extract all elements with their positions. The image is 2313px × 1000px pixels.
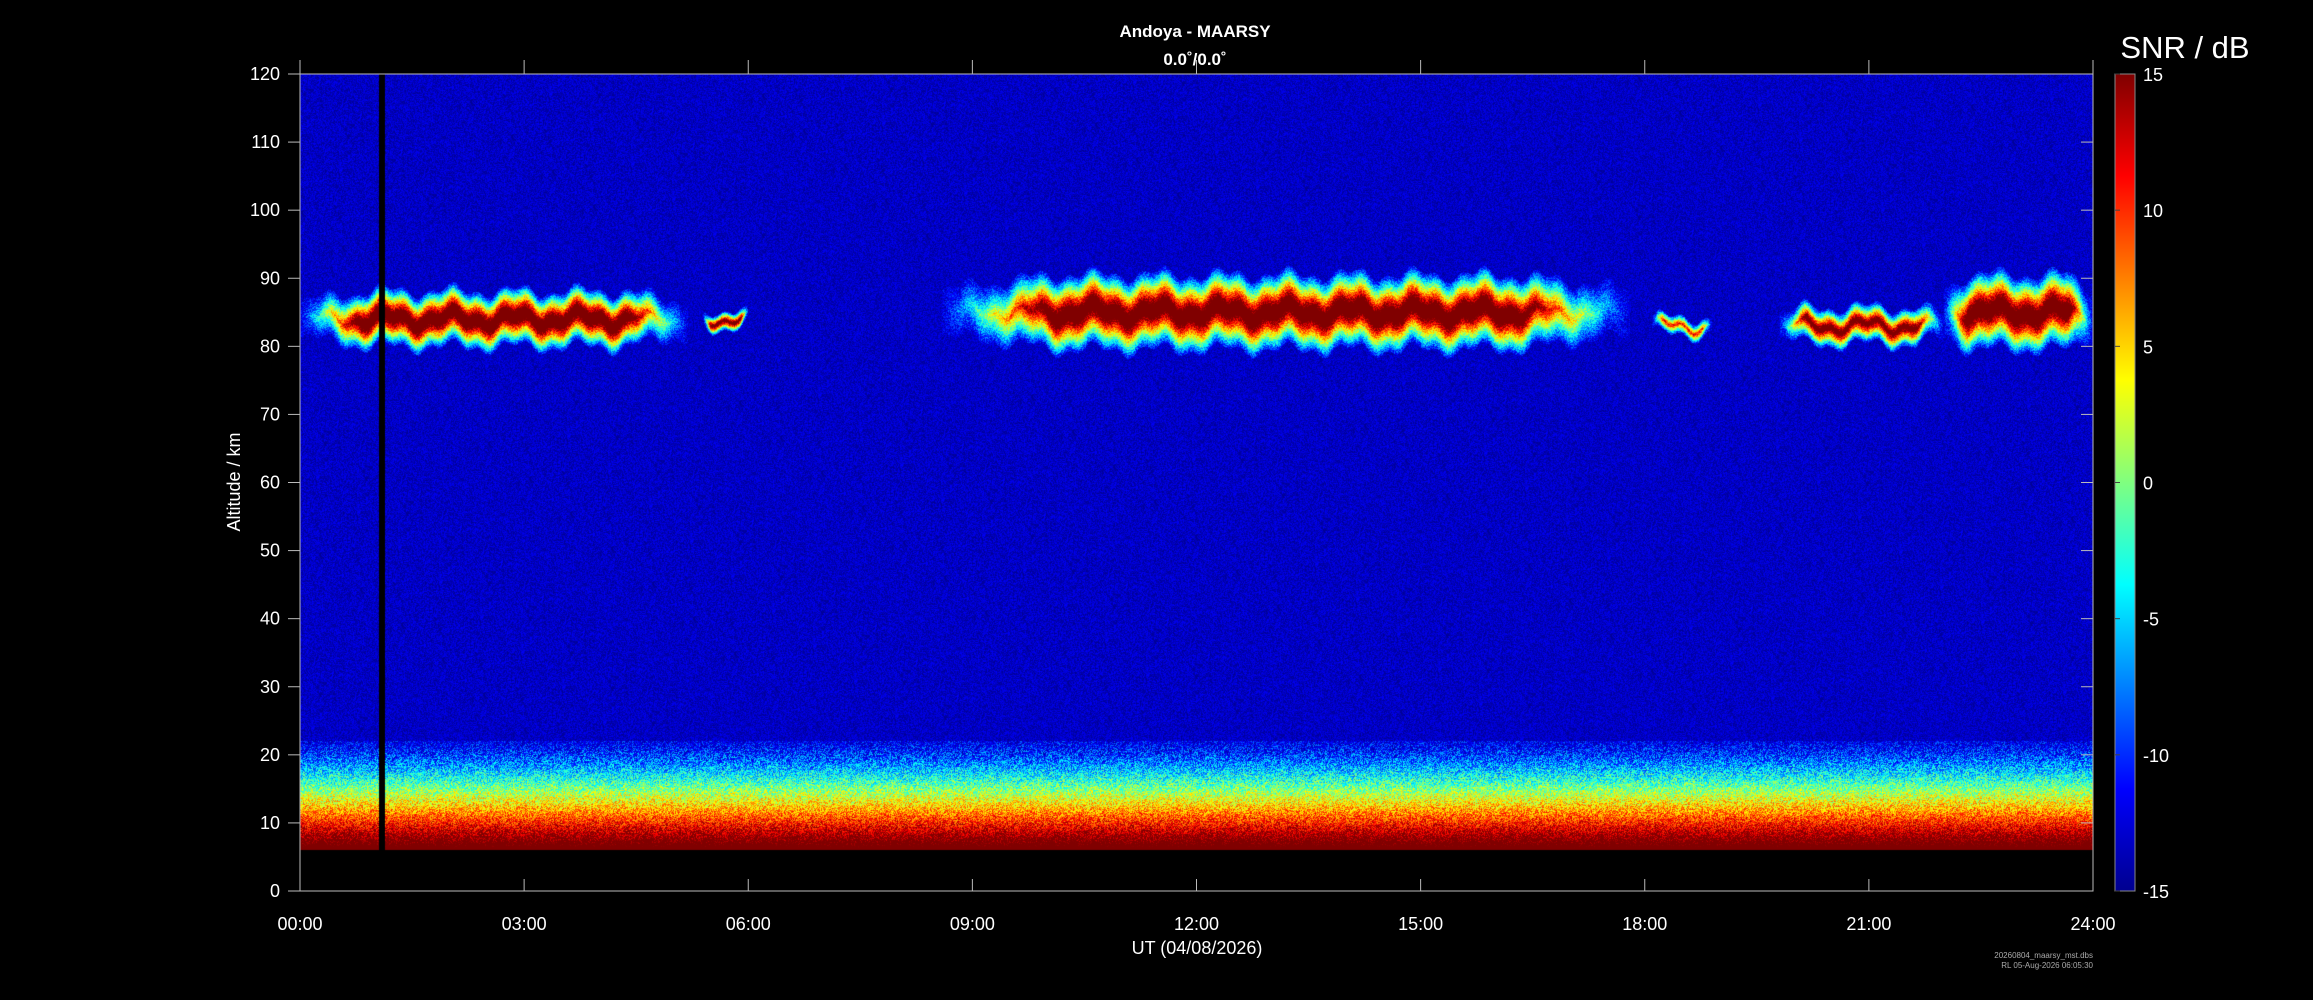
y-tick-label: 30 <box>260 677 280 697</box>
y-tick-label: 90 <box>260 268 280 288</box>
footer-filename: 20260804_maarsy_mst.dbs <box>1994 951 2093 960</box>
x-tick-label: 24:00 <box>2070 914 2115 934</box>
snr-heatmap <box>300 74 2093 891</box>
colorbar-label: SNR / dB <box>2120 30 2249 65</box>
plot-area <box>300 74 2093 891</box>
radar-snr-chart: Andoya - MAARSY 0.0˚/0.0˚ 00:00 03:00 06:0… <box>0 0 2313 1000</box>
colorbar-tick-label: -15 <box>2143 882 2169 902</box>
x-tick-label: 15:00 <box>1398 914 1443 934</box>
x-tick-label: 18:00 <box>1622 914 1667 934</box>
y-tick-label: 60 <box>260 473 280 493</box>
y-tick-label: 100 <box>250 200 280 220</box>
x-tick-label: 03:00 <box>502 914 547 934</box>
x-tick-label: 09:00 <box>950 914 995 934</box>
colorbar-tick-label: 5 <box>2143 337 2153 357</box>
x-axis-label: UT (04/08/2026) <box>1132 938 1263 958</box>
x-tick-label: 06:00 <box>726 914 771 934</box>
y-tick-label: 70 <box>260 404 280 424</box>
chart-title-text: Andoya - MAARSY <box>1119 22 1271 41</box>
y-tick-label: 0 <box>270 881 280 901</box>
x-tick-label: 21:00 <box>1846 914 1891 934</box>
y-tick-label: 110 <box>251 132 280 152</box>
x-tick-label: 12:00 <box>1174 914 1219 934</box>
y-tick-label: 120 <box>250 64 280 84</box>
colorbar-tick-label: -10 <box>2143 746 2169 766</box>
chart-subtitle-text: 0.0˚/0.0˚ <box>1163 50 1226 69</box>
x-tick-label: 00:00 <box>277 914 322 934</box>
y-tick-label: 50 <box>260 541 280 561</box>
y-tick-label: 80 <box>260 336 280 356</box>
y-tick-label: 20 <box>260 745 280 765</box>
y-tick-label: 40 <box>260 609 280 629</box>
colorbar-tick-label: 15 <box>2143 65 2163 85</box>
y-tick-label: 10 <box>260 813 280 833</box>
colorbar-tick-label: 10 <box>2143 201 2163 221</box>
footer-timestamp: RL 05-Aug-2026 06:05:30 <box>2001 961 2093 970</box>
y-axis-label: Altitude / km <box>224 432 244 531</box>
colorbar-tick-label: 0 <box>2143 474 2153 494</box>
colorbar-tick-label: -5 <box>2143 610 2159 630</box>
